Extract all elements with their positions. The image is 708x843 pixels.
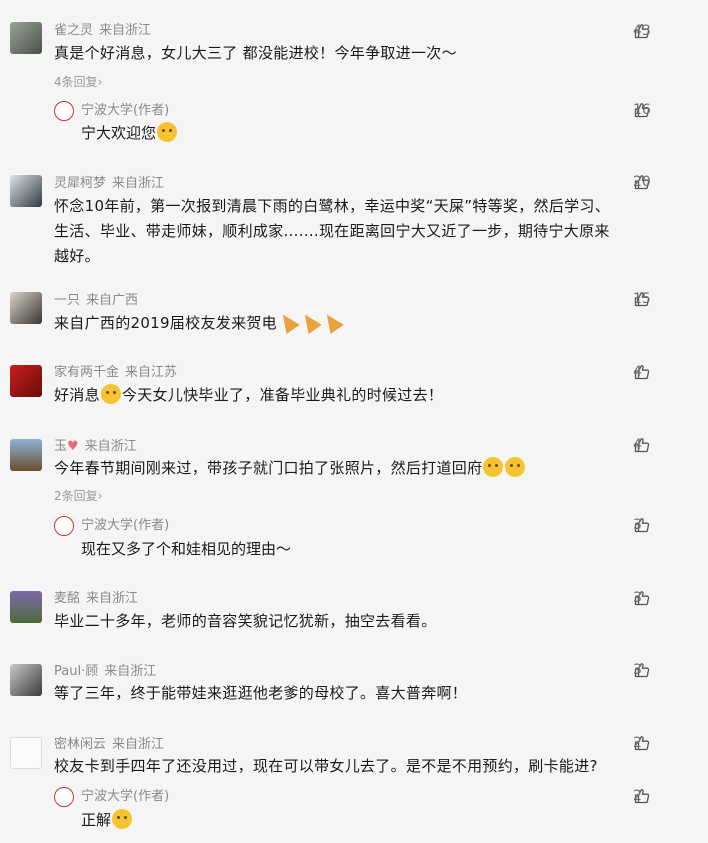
author-location: 来自浙江 (112, 737, 165, 752)
chevron-right-icon: › (97, 489, 103, 503)
comment-author-line: 玉♥ 来自浙江 (54, 438, 137, 456)
comment-text: 今年春节期间刚来过，带孩子就门口拍了张照片，然后打道回府 (54, 456, 654, 481)
author-avatar[interactable] (54, 101, 74, 121)
reply-text: 正解 (81, 808, 133, 833)
party-popper-icon (298, 310, 322, 334)
comment-text-part: 好消息 (54, 386, 100, 404)
like-count: 20 (633, 174, 651, 190)
like-count: 15 (633, 291, 651, 307)
comment-author-line: 家有两千金 来自江苏 (54, 364, 177, 382)
comment-text: 真是个好消息，女儿大三了 都没能进校！今年争取进一次～ (54, 44, 457, 62)
comment-text: 校友卡到手四年了还没用过，现在可以带女儿去了。是不是不用预约，刷卡能进? (54, 757, 598, 775)
replies-count[interactable]: 4条回复 (54, 75, 98, 89)
party-popper-icon (276, 310, 300, 334)
comment-text: 来自广西的2019届校友发来贺电 (54, 310, 654, 336)
comment-text-line: 越好。 (54, 247, 100, 265)
author-name[interactable]: 麦酩 (54, 591, 80, 606)
reply-text: 宁大欢迎您 (81, 121, 178, 146)
avatar[interactable] (10, 365, 42, 397)
avatar[interactable] (10, 737, 42, 769)
author-avatar[interactable] (54, 516, 74, 536)
blush-emoji-icon (157, 122, 178, 142)
chevron-right-icon: › (97, 75, 103, 89)
comment-text: 毕业二十多年，老师的音容笑貌记忆犹新，抽空去看看。 (54, 612, 437, 630)
author-location: 来自浙江 (112, 176, 165, 191)
heart-icon: ♥ (67, 439, 79, 454)
comment-author-line: 灵犀柯梦 来自浙江 (54, 175, 164, 193)
reply-text-content: 宁大欢迎您 (81, 124, 157, 142)
author-location: 来自浙江 (86, 591, 139, 606)
avatar[interactable] (10, 664, 42, 696)
blush-emoji-icon (100, 384, 121, 404)
comment-text-part: 今天女儿快毕业了，准备毕业典礼的时候过去！ (121, 386, 444, 404)
comment-text: 好消息 今天女儿快毕业了，准备毕业典礼的时候过去！ (54, 383, 654, 408)
author-name[interactable]: 玉 (54, 439, 67, 454)
like-count: 4 (633, 364, 642, 380)
party-popper-icon (320, 310, 344, 334)
like-count: 3 (633, 662, 642, 678)
comment-text-content: 今年春节期间刚来过，带孩子就门口拍了张照片，然后打道回府 (54, 459, 483, 477)
laughing-emoji-icon (483, 457, 504, 477)
avatar[interactable] (10, 22, 42, 54)
replies-count[interactable]: 2条回复 (54, 489, 98, 503)
author-name[interactable]: 灵犀柯梦 (54, 176, 106, 191)
like-count: 16 (633, 102, 651, 118)
reply-text-content: 正解 (81, 811, 112, 829)
reply-author[interactable]: 宁波大学(作者) (81, 517, 169, 535)
author-location: 来自浙江 (99, 23, 152, 38)
smile-emoji-icon (112, 809, 133, 829)
author-avatar[interactable] (54, 787, 74, 807)
comment-author-line: 一只 来自广西 (54, 292, 138, 310)
replies-link[interactable]: 4条回复› (54, 74, 102, 90)
reply-text: 现在又多了个和娃相见的理由～ (81, 540, 292, 558)
replies-link[interactable]: 2条回复› (54, 488, 102, 504)
comment-text-content: 来自广西的2019届校友发来贺电 (54, 314, 277, 332)
avatar[interactable] (10, 175, 42, 207)
laughing-emoji-icon (505, 457, 526, 477)
reply-author[interactable]: 宁波大学(作者) (81, 102, 169, 120)
like-count: 2 (633, 788, 642, 804)
author-location: 来自浙江 (104, 664, 157, 679)
author-name[interactable]: 密林闲云 (54, 737, 106, 752)
author-location: 来自江苏 (125, 365, 178, 380)
comment-author-line: 雀之灵 来自浙江 (54, 22, 151, 40)
comment-text: 等了三年，终于能带娃来逛逛他老爹的母校了。喜大普奔啊！ (54, 684, 468, 702)
comment-author-line: 密林闲云 来自浙江 (54, 736, 164, 754)
comment-text: 怀念10年前，第一次报到清晨下雨的白鹭林，幸运中奖“天屎”特等奖，然后学习、 生… (54, 194, 654, 269)
like-count: 3 (633, 517, 642, 533)
like-count: 3 (633, 590, 642, 606)
author-name[interactable]: Paul·顾 (54, 664, 98, 679)
avatar[interactable] (10, 292, 42, 324)
comment-text-line: 生活、毕业、带走师妹，顺利成家.......现在距离回宁大又近了一步，期待宁大原… (54, 222, 610, 240)
reply-author[interactable]: 宁波大学(作者) (81, 788, 169, 806)
author-location: 来自广西 (86, 293, 139, 308)
like-count: 43 (633, 23, 651, 39)
avatar[interactable] (10, 591, 42, 623)
comment-author-line: 麦酩 来自浙江 (54, 590, 138, 608)
like-count: 4 (633, 437, 642, 453)
comment-author-line: Paul·顾 来自浙江 (54, 663, 156, 681)
like-count: 2 (633, 735, 642, 751)
author-name[interactable]: 家有两千金 (54, 365, 119, 380)
author-location: 来自浙江 (84, 439, 137, 454)
author-name[interactable]: 一只 (54, 293, 80, 308)
comment-text-line: 怀念10年前，第一次报到清晨下雨的白鹭林，幸运中奖“天屎”特等奖，然后学习、 (54, 197, 611, 215)
avatar[interactable] (10, 439, 42, 471)
author-name[interactable]: 雀之灵 (54, 23, 93, 38)
